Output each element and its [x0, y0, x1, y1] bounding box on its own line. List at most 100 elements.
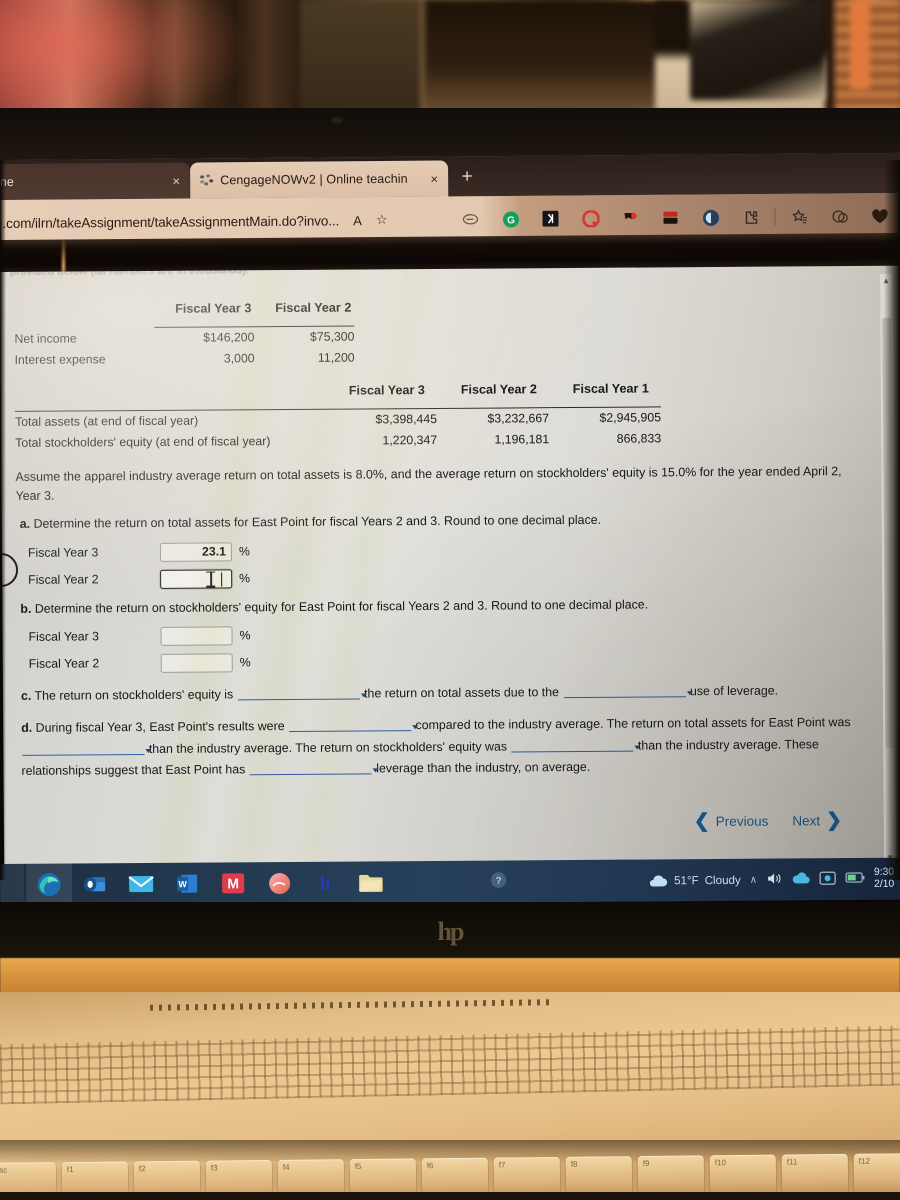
chevron-right-icon: ❯	[825, 810, 843, 832]
browser-tab-cengagenow[interactable]: CengageNOWv2 | Online teachin ×	[190, 160, 449, 199]
roa-fy2-input[interactable]	[160, 568, 233, 589]
cell-value: $146,200	[203, 330, 255, 345]
chevron-down-icon	[372, 768, 379, 773]
question-d-seg2: compared to the industry average. The re…	[415, 715, 851, 733]
read-aloud-icon[interactable]: A	[353, 213, 362, 228]
cell-value: 3,000	[223, 351, 255, 366]
clock-date: 2/10	[874, 878, 895, 890]
previous-button[interactable]: ❮ Previous	[693, 811, 769, 833]
cell-value: $2,945,905	[599, 410, 662, 425]
question-b-label: b.	[20, 601, 32, 616]
roe-fy3-input[interactable]	[160, 625, 233, 646]
toolbar-divider	[774, 207, 776, 226]
room-background-photo	[0, 0, 900, 112]
question-d-label: d.	[21, 720, 33, 735]
cell-value: $3,398,445	[375, 411, 438, 427]
question-c-seg3: use of leverage.	[689, 683, 779, 699]
question-d-dropdown-1[interactable]	[288, 718, 419, 732]
browser-window: y Home × CengageNOWv2 | Online teachin ×…	[0, 152, 900, 246]
roa-fy3-input[interactable]: 23.1	[159, 541, 233, 562]
question-d-seg5: leverage than the industry, on average.	[376, 760, 591, 776]
chevron-down-icon	[412, 725, 419, 730]
table-header-fy3: Fiscal Year 3	[348, 382, 425, 398]
question-a-field-fy3: Fiscal Year 3 23.1 %	[20, 540, 250, 564]
taskbar-app-icons: W M b	[25, 861, 394, 906]
outlook-icon[interactable]	[72, 863, 118, 905]
cell-value: 866,833	[616, 431, 662, 446]
question-d-dropdown-3[interactable]	[511, 738, 641, 753]
chevron-down-icon	[360, 693, 367, 698]
table-header-fy1: Fiscal Year 1	[572, 380, 649, 396]
percent-label: %	[239, 628, 251, 643]
edge-icon[interactable]	[25, 863, 73, 906]
weather-condition: Cloudy	[704, 873, 741, 887]
hanging-cloth-blur	[850, 0, 870, 90]
svg-text:G: G	[507, 215, 515, 226]
word-icon[interactable]: W	[164, 863, 210, 905]
battery-icon[interactable]	[845, 871, 865, 887]
table-row: Total stockholders' equity (at end of fi…	[15, 428, 661, 454]
question-c: c. The return on stockholders' equity is…	[21, 681, 869, 706]
cell-value: 1,220,347	[382, 432, 438, 448]
circle-app-icon[interactable]	[256, 862, 302, 904]
weather-temp: 51°F	[673, 873, 699, 887]
assignment-navigation: ❮ Previous Next ❯	[693, 810, 843, 833]
image-bottom-edge	[0, 1192, 900, 1200]
mail-icon[interactable]	[118, 863, 164, 905]
table-header-fy3: Fiscal Year 3	[175, 300, 252, 316]
field-label: Fiscal Year 2	[28, 656, 100, 671]
b-app-icon[interactable]: b	[302, 862, 348, 904]
close-icon[interactable]: ×	[430, 171, 438, 186]
row-label: Total stockholders' equity (at end of fi…	[15, 434, 271, 450]
cell-value: $75,300	[309, 329, 355, 344]
volume-icon[interactable]	[766, 871, 782, 888]
table-row: Interest expense 3,000 11,200	[15, 347, 355, 370]
field-label: Fiscal Year 3	[28, 629, 100, 644]
show-hidden-icons[interactable]: ∧	[750, 874, 757, 885]
browser-tab-inactive[interactable]: y Home ×	[0, 162, 191, 201]
chevron-left-icon: ❮	[693, 811, 710, 833]
row-label: Interest expense	[14, 352, 106, 367]
question-d-dropdown-4[interactable]	[249, 761, 379, 776]
help-icon[interactable]: ?	[490, 871, 507, 891]
question-c-dropdown-1[interactable]	[237, 686, 367, 701]
weather-widget[interactable]: 51°F Cloudy	[646, 872, 741, 888]
new-tab-button[interactable]: +	[455, 166, 479, 190]
caret	[220, 571, 223, 586]
table-header-blank	[15, 380, 325, 404]
question-d-dropdown-2[interactable]	[22, 741, 152, 756]
tab-title: y Home	[0, 174, 14, 190]
percent-label: %	[239, 655, 251, 670]
m-app-icon[interactable]: M	[210, 862, 256, 904]
file-explorer-icon[interactable]	[348, 861, 394, 903]
windows-taskbar: W M b ? 51°F Cloudy ∧ 2/10	[0, 857, 900, 906]
camera-tray-icon[interactable]	[819, 870, 836, 888]
url-text[interactable]: .com/ilrn/takeAssignment/takeAssignmentM…	[2, 213, 339, 231]
question-a-label: a.	[19, 516, 31, 531]
roe-fy2-input[interactable]	[160, 652, 233, 673]
cloud-icon	[649, 874, 668, 886]
tab-title: CengageNOWv2 | Online teachin	[220, 171, 408, 188]
system-tray: ? 51°F Cloudy ∧ 9:30 2/10	[490, 858, 894, 903]
question-c-seg1: The return on stockholders' equity is	[34, 687, 234, 703]
question-a-field-fy2: Fiscal Year 2 %	[20, 567, 250, 591]
cengage-favicon	[200, 173, 213, 187]
close-icon[interactable]: ×	[172, 173, 180, 188]
photo-of-laptop-screen: y Home × CengageNOWv2 | Online teachin ×…	[0, 0, 900, 1200]
question-b-field-fy2: Fiscal Year 2 %	[21, 651, 251, 675]
table-header-blank	[14, 298, 154, 320]
chevron-down-icon	[686, 691, 693, 696]
onedrive-icon[interactable]	[791, 871, 810, 887]
next-button[interactable]: Next ❯	[792, 810, 843, 832]
table-header-fy2: Fiscal Year 2	[460, 381, 537, 397]
question-c-dropdown-2[interactable]	[563, 684, 693, 699]
help-label: ?	[495, 876, 501, 887]
table-header-fy2: Fiscal Year 2	[275, 300, 352, 315]
chevron-down-icon	[145, 748, 152, 753]
cell-value: 11,200	[317, 350, 355, 365]
add-favorite-icon[interactable]: ☆	[376, 212, 388, 228]
question-b: b. Determine the return on stockholders'…	[20, 594, 860, 619]
row-label: Net income	[14, 331, 77, 346]
question-b-text: Determine the return on stockholders' eq…	[34, 597, 649, 616]
laptop-bottom-bezel: hp	[0, 902, 900, 962]
